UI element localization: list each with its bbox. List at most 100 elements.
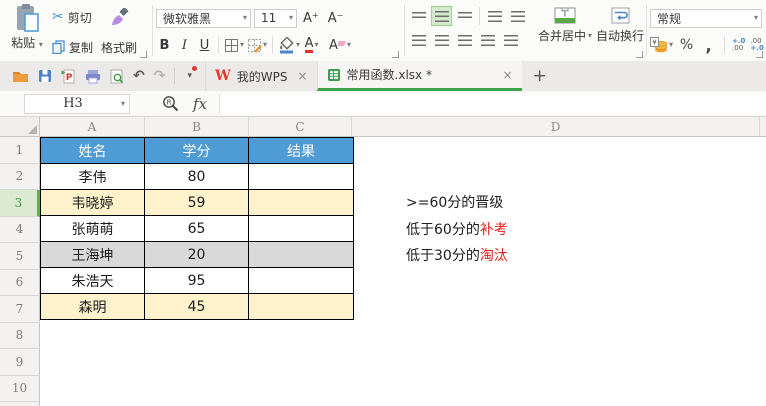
increase-indent-button[interactable] xyxy=(507,6,528,26)
open-button[interactable] xyxy=(12,69,29,83)
italic-button[interactable]: I xyxy=(176,35,193,55)
table-cell-result[interactable] xyxy=(249,294,353,319)
save-button[interactable] xyxy=(38,69,52,83)
table-cell-score[interactable]: 80 xyxy=(145,164,249,189)
bold-button[interactable]: B xyxy=(156,35,173,55)
new-tab-button[interactable]: + xyxy=(522,61,558,91)
paste-button[interactable]: 粘贴 ▾ xyxy=(2,3,52,61)
table-cell-score[interactable]: 45 xyxy=(145,294,249,319)
align-top-button[interactable] xyxy=(408,6,429,26)
font-color-button[interactable]: A ▾ xyxy=(303,35,320,55)
column-header-C[interactable]: C xyxy=(249,117,352,136)
export-pdf-button[interactable]: P xyxy=(61,69,76,84)
table-cell-result[interactable] xyxy=(249,216,353,241)
row-header-3[interactable]: 3 xyxy=(0,190,40,217)
borders-button[interactable]: ▾ xyxy=(224,35,244,55)
currency-button[interactable]: ¥ ▾ xyxy=(650,35,673,55)
table-cell-name[interactable]: 朱浩天 xyxy=(41,268,145,293)
table-cell-name[interactable]: 韦晓婷 xyxy=(41,190,145,215)
column-header-A[interactable]: A xyxy=(40,117,145,136)
clear-format-button[interactable]: A ▾ xyxy=(329,35,351,55)
align-center-button[interactable] xyxy=(431,30,452,50)
fill-color-button[interactable]: ▾ xyxy=(278,35,300,55)
row-header-8[interactable]: 8 xyxy=(0,323,40,350)
column-header-B[interactable]: B xyxy=(145,117,249,136)
customize-toolbar-button[interactable]: ▾ xyxy=(184,69,195,83)
close-icon[interactable]: × xyxy=(297,69,307,83)
table-cell-result[interactable] xyxy=(249,268,353,293)
justify-button[interactable] xyxy=(477,30,498,50)
table-cell-score[interactable]: 20 xyxy=(145,242,249,267)
number-format-select[interactable]: 常规 ▾ xyxy=(650,9,762,28)
name-box[interactable]: H3 ▾ xyxy=(24,94,130,114)
alignment-dialog-launcher[interactable] xyxy=(636,51,643,58)
font-size-select[interactable]: 11 ▾ xyxy=(254,9,297,28)
insert-function-button[interactable]: fx xyxy=(193,95,207,113)
distribute-button[interactable] xyxy=(500,30,521,50)
table-cell-result[interactable] xyxy=(249,242,353,267)
table-cell-score[interactable]: 65 xyxy=(145,216,249,241)
table-header-cell[interactable]: 结果 xyxy=(249,138,353,163)
clipboard-dialog-launcher[interactable] xyxy=(140,51,147,58)
cut-button[interactable]: ✂ 剪切 xyxy=(52,6,93,28)
tab-workbook[interactable]: 常用函数.xlsx * × xyxy=(317,61,522,91)
row-header-6[interactable]: 6 xyxy=(0,270,40,297)
table-cell-result[interactable] xyxy=(249,164,353,189)
format-painter-button[interactable] xyxy=(109,6,129,28)
shrink-font-button[interactable]: A⁻ xyxy=(325,11,347,26)
select-all-corner[interactable] xyxy=(0,117,40,136)
font-group: 微软雅黑 ▾ 11 ▾ A⁺ A⁻ B I U ▾ xyxy=(156,0,402,61)
row-header-10[interactable]: 10 xyxy=(0,376,40,403)
row-header-7[interactable]: 7 xyxy=(0,296,40,323)
number-group: 常规 ▾ ¥ ▾ % , +.0.00 .00+.0 xyxy=(650,0,766,61)
column-header-partial[interactable] xyxy=(760,117,766,136)
percent-style-button[interactable]: % xyxy=(678,35,695,55)
format-painter-label: 格式刷 xyxy=(101,39,137,56)
wrap-text-icon xyxy=(611,7,630,24)
number-dialog-launcher[interactable] xyxy=(756,51,763,58)
merge-center-button[interactable]: T 合并居中▾ xyxy=(538,6,592,61)
draw-border-button[interactable]: ▾ xyxy=(247,35,267,55)
table-cell-name[interactable]: 李伟 xyxy=(41,164,145,189)
tab-home-wps[interactable]: W 我的WPS × xyxy=(205,61,317,91)
font-family-select[interactable]: 微软雅黑 ▾ xyxy=(156,9,251,28)
print-preview-button[interactable] xyxy=(110,69,124,84)
grow-font-button[interactable]: A⁺ xyxy=(300,11,322,26)
table-cell-score[interactable]: 59 xyxy=(145,190,249,215)
align-middle-button[interactable] xyxy=(431,6,452,26)
table-cell-result[interactable] xyxy=(249,190,353,215)
row-header-1[interactable]: 1 xyxy=(0,137,40,164)
print-button[interactable] xyxy=(85,69,101,84)
close-icon[interactable]: × xyxy=(502,68,512,82)
formula-input[interactable] xyxy=(219,94,766,114)
increase-decimal-button[interactable]: +.0.00 xyxy=(732,38,745,52)
row-header-5[interactable]: 5 xyxy=(0,243,40,270)
align-left-button[interactable] xyxy=(408,30,429,50)
table-header-cell[interactable]: 学分 xyxy=(145,138,249,163)
row-headers: 1234567891011 xyxy=(0,137,40,406)
redo-button[interactable]: ↷ xyxy=(154,69,166,83)
underline-button[interactable]: U xyxy=(196,35,213,55)
chevron-down-icon: ▾ xyxy=(754,14,758,22)
align-bottom-button[interactable] xyxy=(454,6,475,26)
row-header-9[interactable]: 9 xyxy=(0,349,40,376)
column-header-D[interactable]: D xyxy=(352,117,760,136)
table-header-cell[interactable]: 姓名 xyxy=(41,138,145,163)
decrease-indent-button[interactable] xyxy=(484,6,505,26)
row-header-2[interactable]: 2 xyxy=(0,164,40,191)
quick-access-toolbar: P ↶ ↷ ▾ xyxy=(0,61,205,91)
decrease-decimal-button[interactable]: .00+.0 xyxy=(750,38,763,52)
table-cell-name[interactable]: 王海坤 xyxy=(41,242,145,267)
find-button[interactable]: R xyxy=(162,95,179,112)
paste-dropdown-icon[interactable]: ▾ xyxy=(39,40,43,49)
row-header-11[interactable]: 11 xyxy=(0,402,40,406)
font-dialog-launcher[interactable] xyxy=(392,51,399,58)
comma-style-button[interactable]: , xyxy=(700,35,717,55)
align-right-button[interactable] xyxy=(454,30,475,50)
copy-button[interactable]: 复制 xyxy=(52,36,93,58)
table-cell-name[interactable]: 森明 xyxy=(41,294,145,319)
undo-button[interactable]: ↶ xyxy=(133,69,145,83)
table-cell-name[interactable]: 张萌萌 xyxy=(41,216,145,241)
table-cell-score[interactable]: 95 xyxy=(145,268,249,293)
row-header-4[interactable]: 4 xyxy=(0,217,40,244)
